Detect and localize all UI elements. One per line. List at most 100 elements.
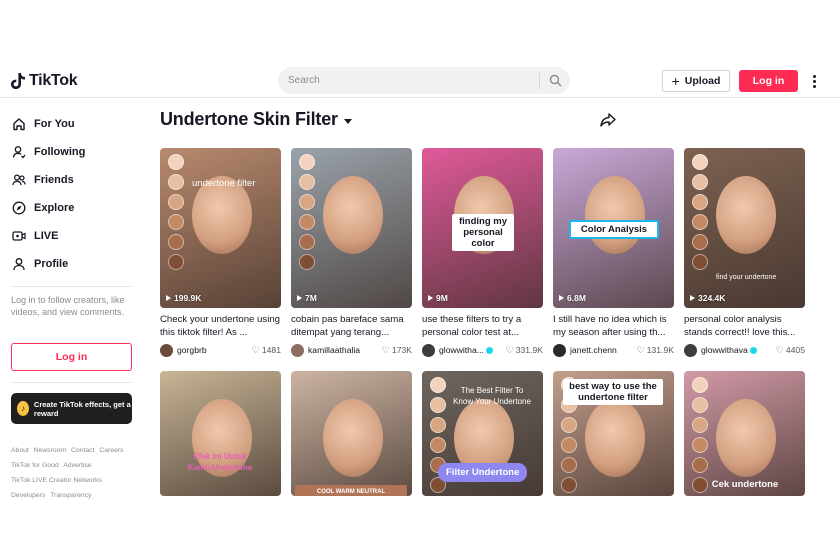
sidebar-login-button[interactable]: Log in <box>11 343 132 371</box>
profile-icon <box>12 257 26 271</box>
footer-link-about[interactable]: About <box>11 447 29 454</box>
footer-link-tiktok-for-good[interactable]: TikTok for Good <box>11 462 59 469</box>
view-count: 9M <box>428 293 448 303</box>
video-caption[interactable]: cobain pas bareface sama ditempat yang t… <box>291 314 412 339</box>
video-card[interactable]: COOL WARM NEUTRAL <box>291 371 412 496</box>
effects-banner-text: Create TikTok effects, get a reward <box>33 399 131 418</box>
video-card[interactable]: The Best Filter To Know Your Undertone Fi… <box>422 371 543 496</box>
video-card[interactable]: Color Analysis 6.8M I still have no idea w… <box>553 148 674 357</box>
footer-link-transparency[interactable]: Transparency <box>50 492 91 499</box>
video-caption[interactable]: I still have no idea which is my season … <box>553 314 674 339</box>
video-thumbnail[interactable]: finding my personal color 9M <box>422 148 543 308</box>
coin-icon: ♪ <box>17 401 29 416</box>
compass-icon <box>12 201 26 215</box>
friends-icon <box>12 173 26 187</box>
video-thumbnail[interactable]: find your undertone 324.4K <box>684 148 805 308</box>
sidebar-item-following[interactable]: Following <box>0 138 145 166</box>
footer-link-newsroom[interactable]: Newsroom <box>34 447 66 454</box>
video-thumbnail[interactable]: Cek undertone <box>684 371 805 496</box>
username[interactable]: glowwitha... <box>439 345 506 355</box>
video-thumbnail[interactable]: Color Analysis 6.8M <box>553 148 674 308</box>
more-options-icon[interactable] <box>808 72 820 90</box>
video-overlay-text: finding my personal color <box>452 214 514 251</box>
footer-row: About Newsroom Contact Careers <box>11 443 141 458</box>
video-caption[interactable]: personal color analysis stands correct!!… <box>684 314 805 339</box>
video-overlay-text: undertone filter <box>192 178 256 189</box>
video-thumbnail[interactable]: 7M <box>291 148 412 308</box>
skin-swatch <box>561 457 577 473</box>
search-icon <box>549 74 561 87</box>
sidebar-item-explore[interactable]: Explore <box>0 194 145 222</box>
video-thumbnail[interactable]: COOL WARM NEUTRAL <box>291 371 412 496</box>
sidebar-item-profile[interactable]: Profile <box>0 250 145 278</box>
sidebar-item-live[interactable]: LIVE <box>0 222 145 250</box>
face-image <box>716 399 776 477</box>
upload-label: Upload <box>684 75 721 87</box>
login-button[interactable]: Log in <box>739 70 798 92</box>
username[interactable]: glowwithava <box>701 345 776 355</box>
video-card[interactable]: find your undertone 324.4K personal color … <box>684 148 805 357</box>
avatar[interactable] <box>684 343 697 357</box>
filter-badge[interactable]: Filter Undertone <box>438 463 528 482</box>
chevron-down-icon <box>343 118 352 124</box>
skin-swatch <box>299 234 315 250</box>
video-thumbnail[interactable]: Efek ini Untuk Kamu Undertone <box>160 371 281 496</box>
video-card[interactable]: best way to use the undertone filter <box>553 371 674 496</box>
sidebar-item-label: For You <box>34 118 75 130</box>
footer-link-developers[interactable]: Developers <box>11 492 45 499</box>
video-thumbnail[interactable]: best way to use the undertone filter <box>553 371 674 496</box>
skin-swatch <box>168 154 184 170</box>
view-count-value: 324.4K <box>698 293 726 303</box>
video-card[interactable]: 7M cobain pas bareface sama ditempat yang… <box>291 148 412 357</box>
username[interactable]: gorgbrb <box>177 345 252 355</box>
video-card[interactable]: finding my personal color 9M use these fil… <box>422 148 543 357</box>
avatar[interactable] <box>422 343 435 357</box>
footer-links: About Newsroom Contact Careers TikTok fo… <box>11 443 141 503</box>
skin-swatch <box>561 477 577 493</box>
video-thumbnail[interactable]: undertone filter 199.9K <box>160 148 281 308</box>
username[interactable]: kamillaathalia <box>308 345 382 355</box>
page-title-text: Undertone Skin Filter <box>160 109 338 129</box>
sidebar-item-friends[interactable]: Friends <box>0 166 145 194</box>
skin-swatch-column <box>692 377 708 493</box>
skin-swatch <box>692 457 708 473</box>
like-count-value: 173K <box>391 345 412 355</box>
avatar[interactable] <box>553 343 566 357</box>
username[interactable]: janett.chenn <box>570 345 637 355</box>
username-text: glowwitha... <box>439 345 484 355</box>
footer-link-contact[interactable]: Contact <box>71 447 94 454</box>
video-caption[interactable]: Check your undertone using this tiktok f… <box>160 314 281 339</box>
footer-link-careers[interactable]: Careers <box>99 447 123 454</box>
skin-swatch <box>692 437 708 453</box>
like-count: ♡ 331.9K <box>506 345 543 356</box>
video-thumbnail[interactable]: The Best Filter To Know Your Undertone Fi… <box>422 371 543 496</box>
footer-link-advertise[interactable]: Advertise <box>63 462 91 469</box>
like-count: ♡ 131.9K <box>637 345 674 356</box>
username-text: gorgbrb <box>177 345 207 355</box>
video-caption[interactable]: use these filters to try a personal colo… <box>422 314 543 339</box>
avatar[interactable] <box>291 343 304 357</box>
footer-link-live-creator-networks[interactable]: TikTok LIVE Creator Networks <box>11 477 102 484</box>
sidebar-item-for-you[interactable]: For You <box>0 110 145 138</box>
video-overlay-text: best way to use the undertone filter <box>563 379 663 405</box>
video-card[interactable]: undertone filter 199.9K Check your underto… <box>160 148 281 357</box>
video-overlay-text: COOL WARM NEUTRAL <box>295 485 407 496</box>
search-button[interactable] <box>540 67 570 94</box>
face-image <box>323 176 383 254</box>
heart-icon: ♡ <box>636 344 645 355</box>
video-card[interactable]: Efek ini Untuk Kamu Undertone <box>160 371 281 496</box>
heart-icon: ♡ <box>251 344 260 355</box>
search-input[interactable]: Search <box>278 75 539 86</box>
upload-button[interactable]: + Upload <box>662 70 730 92</box>
share-icon[interactable] <box>600 113 616 127</box>
search-bar[interactable]: Search <box>278 67 570 94</box>
video-card[interactable]: Cek undertone <box>684 371 805 496</box>
avatar[interactable] <box>160 343 173 357</box>
effects-banner[interactable]: ♪ Create TikTok effects, get a reward <box>11 393 132 424</box>
view-count-value: 6.8M <box>567 293 586 303</box>
page-title[interactable]: Undertone Skin Filter <box>160 109 352 130</box>
live-icon <box>12 229 26 243</box>
tiktok-logo[interactable]: TikTok <box>10 72 78 90</box>
skin-swatch <box>692 174 708 190</box>
skin-swatch <box>168 254 184 270</box>
